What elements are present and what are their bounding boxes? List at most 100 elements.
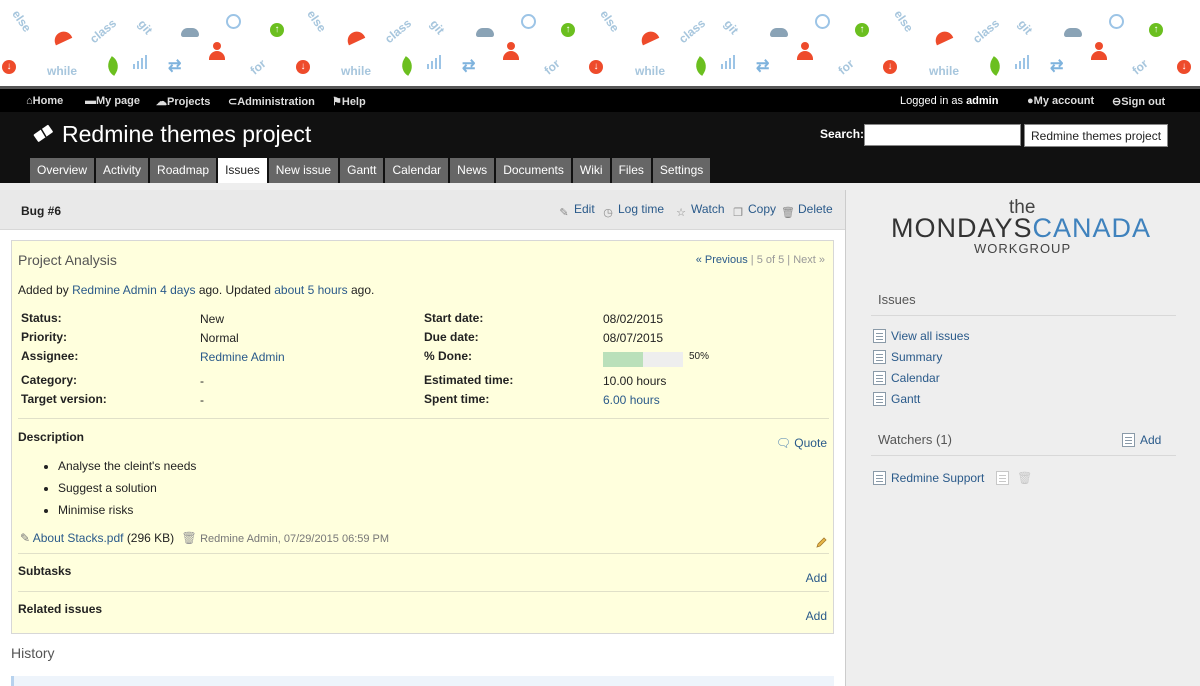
watcher-delete-icon[interactable]: 🗑 (1017, 471, 1032, 485)
top-menu-sign-out[interactable]: ⊖Sign out (1112, 95, 1165, 108)
status-label: Status: (21, 311, 62, 325)
sidebar-link-calendar[interactable]: Calendar (873, 371, 940, 385)
subtasks-title: Subtasks (18, 564, 72, 578)
watcher-link[interactable]: Redmine Support (891, 471, 984, 485)
watch-button[interactable]: ☆ Watch (674, 202, 725, 220)
tab-overview[interactable]: Overview (30, 158, 95, 183)
shuffle-icon: ⇄ (168, 58, 182, 75)
start-date-label: Start date: (424, 311, 484, 325)
tab-roadmap[interactable]: Roadmap (150, 158, 217, 183)
tab-documents[interactable]: Documents (496, 158, 571, 183)
tab-new-issue[interactable]: New issue (268, 158, 339, 183)
trash-icon: 🗑 (781, 207, 795, 219)
issue-details: Project Analysis « Previous | 5 of 5 | N… (11, 240, 834, 634)
pencil-icon[interactable] (815, 537, 827, 549)
updated-ago-link[interactable]: about 5 hours (274, 283, 347, 297)
banner-word: else (9, 7, 35, 35)
list-item: Minimise risks (58, 503, 196, 517)
arrow-up-icon: ↑ (561, 23, 575, 37)
created-ago-link[interactable]: 4 days (160, 283, 195, 297)
shuffle-icon: ⇄ (1050, 58, 1064, 75)
tab-gantt[interactable]: Gantt (340, 158, 384, 183)
add-watcher-button[interactable]: Add (1122, 433, 1161, 447)
top-menu-home[interactable]: ⌂Home (26, 95, 63, 107)
top-menu-help[interactable]: ⚑Help (332, 95, 366, 108)
sidebar-link-gantt[interactable]: Gantt (873, 392, 920, 406)
copy-button[interactable]: ❐ Copy (731, 202, 776, 220)
priority-label: Priority: (21, 330, 68, 344)
check-circle-icon (521, 14, 536, 29)
paperclip-icon: ✎ (20, 531, 31, 545)
spent-time-label: Spent time: (424, 392, 490, 406)
tab-news[interactable]: News (450, 158, 495, 183)
home-icon: ⌂ (26, 95, 33, 107)
list-item: Suggest a solution (58, 481, 196, 495)
search-input[interactable] (864, 124, 1021, 146)
banner-word: class (676, 15, 709, 47)
log-time-button[interactable]: ◷ Log time (601, 202, 664, 220)
signal-icon (721, 55, 737, 69)
sidebar-link-view-all-issues[interactable]: View all issues (873, 329, 969, 343)
sidebar-link-summary[interactable]: Summary (873, 350, 942, 364)
document-icon (873, 371, 886, 385)
document-icon (873, 329, 886, 343)
divider (871, 315, 1176, 316)
banner-word: for (835, 56, 857, 78)
top-menu-my-page[interactable]: ▬My page (85, 95, 140, 107)
tab-wiki[interactable]: Wiki (572, 158, 610, 183)
signal-icon (427, 55, 443, 69)
edit-button[interactable]: ✎ Edit (557, 202, 594, 220)
done-ratio-text: 50% (689, 351, 710, 362)
logged-in-user[interactable]: admin (966, 95, 998, 107)
tab-files[interactable]: Files (611, 158, 651, 183)
cloud-icon: ☁ (156, 96, 167, 108)
top-menu-administration[interactable]: ⊂Administration (228, 95, 315, 108)
target-version-value: - (200, 393, 204, 407)
tab-activity[interactable]: Activity (96, 158, 149, 183)
issue-subject: Project Analysis (18, 252, 117, 268)
priority-value: Normal (200, 331, 239, 345)
umbrella-icon (932, 28, 954, 46)
assignee-label: Assignee: (21, 349, 79, 363)
top-menu-my-account[interactable]: ●My account (1027, 95, 1094, 107)
sidebar: the MONDAYSCANADA WORKGROUP Issues View … (847, 183, 1200, 686)
attachment-meta: Redmine Admin, 07/29/2015 06:59 PM (200, 533, 390, 545)
related-issues-title: Related issues (18, 602, 103, 616)
watcher-item: Redmine Support 🗑 (873, 471, 1032, 485)
content: Bug #6 ✎ Edit ◷ Log time ☆ Watch ❐ Copy 🗑 Del… (0, 190, 846, 686)
leaf-icon (103, 56, 123, 76)
copy-icon: ❐ (733, 207, 743, 219)
arrow-down-icon: ↓ (1177, 60, 1191, 74)
admin-icon: ⊂ (228, 96, 238, 108)
quote-button[interactable]: 🗨 Quote (776, 436, 827, 450)
tab-settings[interactable]: Settings (652, 158, 711, 183)
umbrella-icon (638, 28, 660, 46)
top-menu-projects[interactable]: ☁Projects (156, 95, 210, 108)
delete-button[interactable]: 🗑 Delete (781, 202, 833, 220)
arrow-up-icon: ↑ (1149, 23, 1163, 37)
author-link[interactable]: Redmine Admin (72, 283, 157, 297)
attachment-delete-icon[interactable]: 🗑 (182, 531, 197, 545)
watcher-copy-icon[interactable] (995, 471, 1009, 485)
cloud-icon (181, 28, 199, 37)
list-item: Analyse the cleint's needs (58, 459, 196, 473)
pager-position: 5 of 5 (756, 254, 785, 266)
project-jump-select[interactable]: Redmine themes project (1024, 124, 1168, 147)
banner-word: git (135, 16, 156, 38)
tab-issues[interactable]: Issues (218, 158, 267, 183)
previous-link[interactable]: « Previous (696, 254, 748, 266)
due-date-label: Due date: (424, 330, 479, 344)
check-circle-icon (226, 14, 241, 29)
add-subtask-button[interactable]: Add (806, 571, 827, 585)
banner-word: while (47, 64, 78, 78)
attachment-link[interactable]: About Stacks.pdf (33, 531, 124, 545)
spent-time-link[interactable]: 6.00 hours (603, 393, 660, 407)
tab-calendar[interactable]: Calendar (385, 158, 449, 183)
leaf-icon (985, 56, 1005, 76)
user-icon (797, 42, 813, 60)
cloud-icon (476, 28, 494, 37)
status-value: New (200, 312, 225, 326)
add-related-issue-button[interactable]: Add (806, 609, 827, 623)
assignee-link[interactable]: Redmine Admin (200, 350, 285, 364)
top-menu: ⌂Home ▬My page ☁Projects ⊂Administration… (0, 86, 1200, 112)
